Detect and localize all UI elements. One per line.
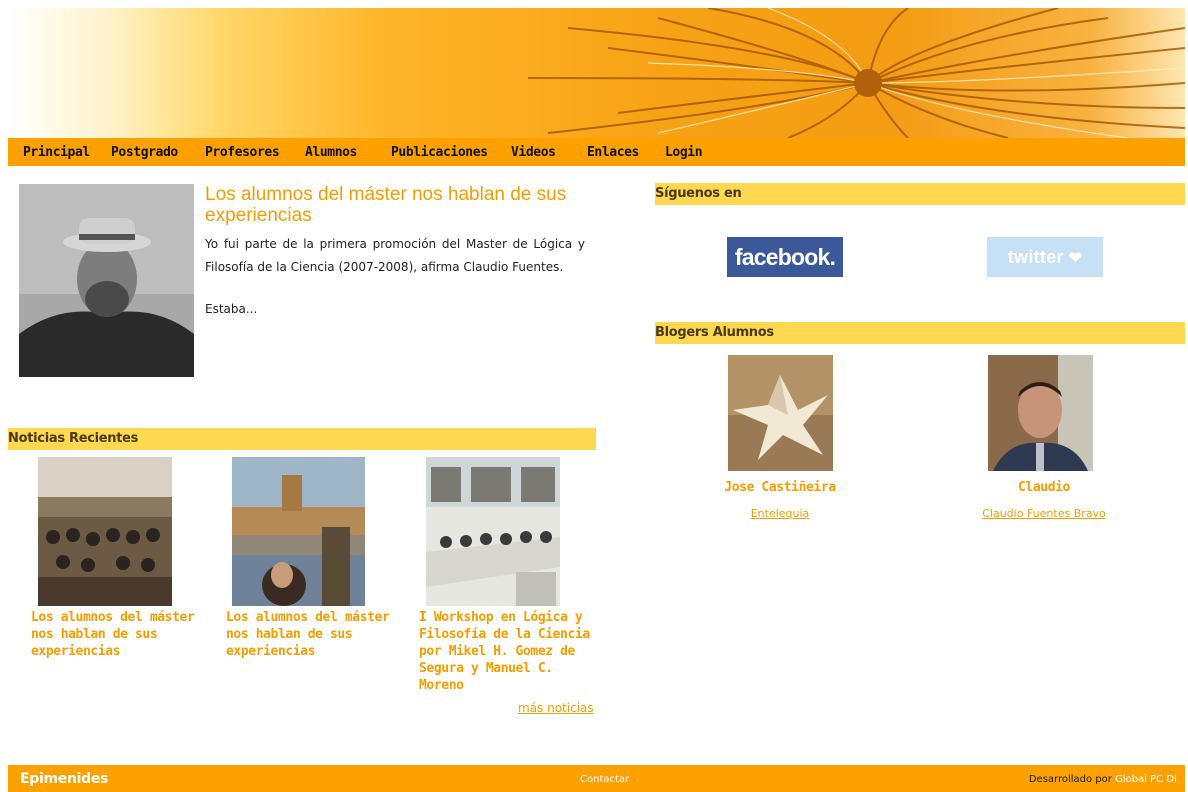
main-nav: Principal Postgrado Profesores Alumnos P… (8, 138, 1185, 166)
contact-link[interactable]: Contactar (580, 774, 629, 785)
featured-excerpt: Yo fui parte de la primera promoción del… (205, 237, 585, 274)
blogger-link-1-wrap: Entelequia (660, 502, 900, 521)
featured-photo[interactable] (19, 184, 194, 377)
nav-item-postgrado[interactable]: Postgrado (111, 145, 178, 160)
nav-item-alumnos[interactable]: Alumnos (305, 145, 357, 160)
featured-excerpt-more: Estaba... (205, 302, 258, 316)
header-banner (8, 8, 1185, 138)
news-photo-3[interactable] (426, 457, 560, 606)
twitter-button[interactable]: twitter ❤ (987, 237, 1103, 277)
more-news-link[interactable]: más noticias (518, 701, 594, 715)
blogger-link-2[interactable]: Claudio Fuentes Bravo (982, 507, 1106, 520)
blogger-photo-2-image (988, 355, 1093, 471)
blogger-link-2-wrap: Claudio Fuentes Bravo (924, 502, 1164, 521)
blogger-link-1[interactable]: Entelequia (751, 507, 810, 520)
news-photo-2[interactable] (232, 457, 365, 606)
twitter-bird-icon: ❤ (1063, 250, 1083, 267)
news-title-1[interactable]: Los alumnos del máster nos hablan de sus… (31, 609, 206, 660)
social-heading: Síguenos en (655, 183, 1185, 205)
developer-link[interactable]: Global PC DI (1115, 774, 1177, 785)
blogger-name-1: Jose Castiñeira (724, 480, 836, 495)
news-photo-3-image (426, 457, 560, 606)
developer-credit-prefix: Desarrollado por (1028, 774, 1112, 785)
footer: Epimenides Contactar Desarrollado por Gl… (8, 765, 1185, 792)
news-title-3[interactable]: I Workshop en Lógica y Filosofía de la C… (419, 609, 594, 694)
news-photo-2-image (232, 457, 365, 606)
nav-item-publicaciones[interactable]: Publicaciones (391, 145, 488, 160)
news-heading: Noticias Recientes (8, 428, 596, 450)
nav-item-login[interactable]: Login (665, 145, 703, 160)
featured-photo-image (19, 184, 194, 377)
blogger-name-2: Claudio (1018, 480, 1070, 495)
news-photo-1-image (38, 457, 172, 606)
facebook-button[interactable]: facebook. (727, 237, 843, 277)
footer-brand: Epimenides (20, 771, 109, 787)
blogger-photo-2[interactable] (988, 355, 1093, 471)
banner-decoration (527, 8, 1185, 138)
bloggers-heading: Blogers Alumnos (655, 322, 1185, 344)
nav-item-profesores[interactable]: Profesores (205, 145, 280, 160)
nav-item-principal[interactable]: Principal (23, 145, 90, 160)
nav-item-videos[interactable]: Videos (511, 145, 556, 160)
twitter-label: twitter (1007, 247, 1064, 267)
blogger-photo-1-image (728, 355, 833, 471)
developer-credit: Desarrollado por Global PC DI (1029, 774, 1177, 785)
news-title-2[interactable]: Los alumnos del máster nos hablan de sus… (226, 609, 401, 660)
blogger-photo-1[interactable] (728, 355, 833, 471)
featured-title[interactable]: Los alumnos del máster nos hablan de sus… (205, 184, 590, 226)
nav-item-enlaces[interactable]: Enlaces (587, 145, 639, 160)
news-photo-1[interactable] (38, 457, 172, 606)
